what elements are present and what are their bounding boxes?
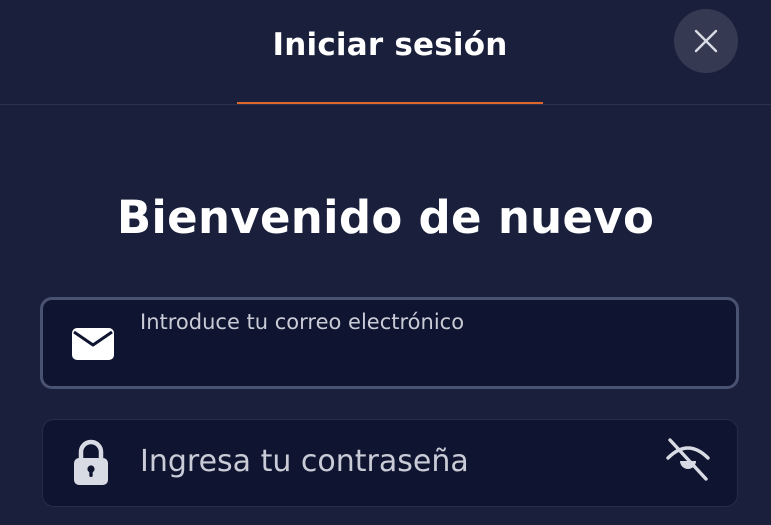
password-field[interactable]: Ingresa tu contraseña <box>42 419 738 507</box>
password-input: Ingresa tu contraseña <box>140 444 469 479</box>
close-icon <box>694 29 718 53</box>
tab-login[interactable]: Iniciar sesión <box>237 0 543 104</box>
tab-login-label: Iniciar sesión <box>272 27 508 63</box>
email-field[interactable]: Introduce tu correo electrónico <box>40 297 739 389</box>
eye-off-icon[interactable] <box>664 437 712 483</box>
modal-header: Iniciar sesión <box>0 0 771 105</box>
page-title: Bienvenido de nuevo <box>116 191 655 244</box>
mail-icon <box>72 328 114 360</box>
email-field-label: Introduce tu correo electrónico <box>140 310 465 334</box>
close-button[interactable] <box>674 9 738 73</box>
lock-icon <box>74 439 108 485</box>
